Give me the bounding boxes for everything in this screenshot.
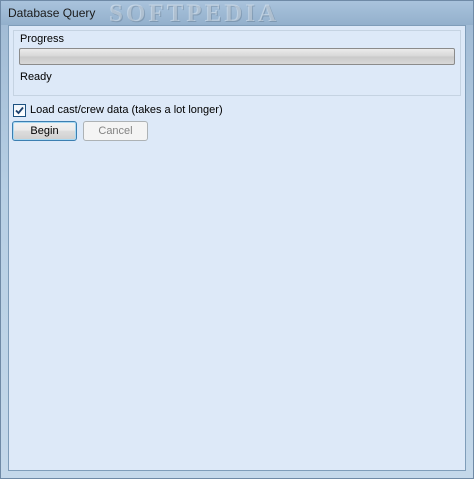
softpedia-watermark: SOFTPEDIA [109, 0, 280, 27]
begin-button[interactable]: Begin [12, 121, 77, 141]
title-bar[interactable]: Database Query SOFTPEDIA [1, 0, 473, 27]
cancel-button[interactable]: Cancel [83, 121, 148, 141]
database-query-window: Database Query SOFTPEDIA Progress Ready … [0, 0, 474, 479]
checkmark-icon [15, 106, 24, 114]
load-cast-crew-checkbox[interactable] [13, 103, 26, 117]
window-title: Database Query [8, 6, 96, 20]
status-text: Ready [20, 71, 52, 83]
load-cast-crew-label: Load cast/crew data (takes a lot longer) [30, 104, 223, 116]
dialog-client-area: Progress Ready Load cast/crew data (take… [8, 25, 466, 471]
progress-group-label: Progress [20, 33, 65, 45]
progress-groupbox: Progress Ready [13, 30, 461, 96]
progress-bar [19, 48, 455, 65]
load-cast-crew-option[interactable]: Load cast/crew data (takes a lot longer) [13, 102, 223, 118]
